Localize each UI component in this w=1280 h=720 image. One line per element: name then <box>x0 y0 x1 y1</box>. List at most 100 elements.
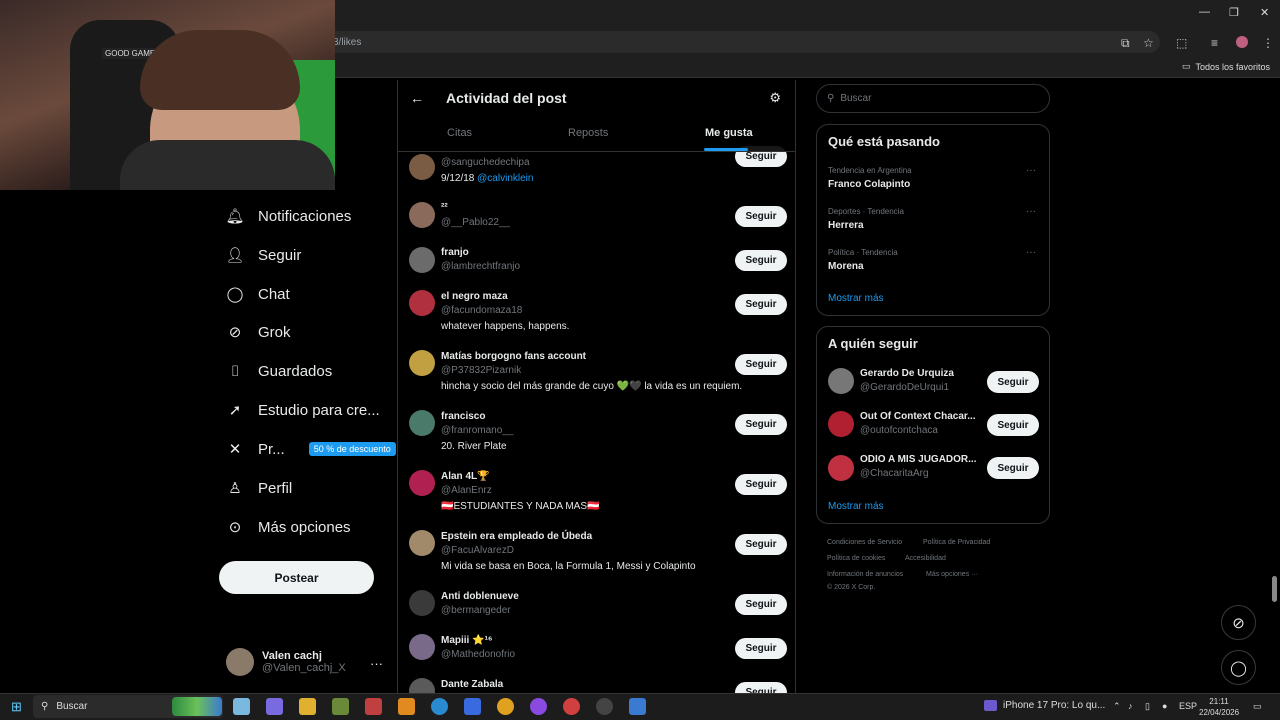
language-indicator[interactable]: ESP <box>1179 701 1197 711</box>
star-icon[interactable]: ☆ <box>1143 36 1154 50</box>
battery-icon[interactable]: ▯ <box>1145 701 1150 712</box>
taskbar-notification[interactable]: iPhone 17 Pro: Lo qu... <box>984 700 1105 711</box>
media-icon[interactable]: ≡ <box>1211 36 1218 50</box>
nav-seguir[interactable]: 👤︎ Seguir <box>225 246 301 265</box>
follow-button[interactable]: Seguir <box>987 457 1039 479</box>
vlc-icon[interactable] <box>398 698 415 715</box>
nav-premium[interactable]: ✕ Pr... 50 % de descuento <box>226 440 396 458</box>
follow-button[interactable]: Seguir <box>735 294 787 315</box>
more-icon[interactable]: ··· <box>1026 247 1036 258</box>
mail-icon[interactable] <box>464 698 481 715</box>
nav-estudio[interactable]: ➚ Estudio para cre... <box>226 401 380 420</box>
avatar <box>409 410 435 436</box>
minecraft-icon[interactable] <box>332 698 349 715</box>
follow-button[interactable]: Seguir <box>735 594 787 615</box>
all-bookmarks[interactable]: ▭ Todos los favoritos <box>1182 61 1270 72</box>
grok-fab-icon[interactable]: ⊘ <box>1221 605 1256 640</box>
follow-button[interactable]: Seguir <box>735 638 787 659</box>
close-window-icon[interactable]: ✕ <box>1260 6 1269 19</box>
chevron-up-icon[interactable]: ⌃ <box>1113 701 1121 712</box>
extensions-icon[interactable]: ⬚ <box>1176 36 1187 50</box>
folder-app-icon[interactable] <box>299 698 316 715</box>
filter-icon[interactable]: ⚙ <box>769 90 781 106</box>
user-handle: @P37832Pizarnik <box>441 365 522 376</box>
follow-button[interactable]: Seguir <box>987 371 1039 393</box>
files-app-icon[interactable] <box>233 698 250 715</box>
footer-link[interactable]: Política de Privacidad <box>923 539 990 546</box>
volume-icon[interactable]: ♪ <box>1128 701 1133 711</box>
clock[interactable]: 21:11 22/04/2026 <box>1199 696 1239 718</box>
account-handle: @Valen_cachj_X <box>262 662 346 674</box>
tab-citas[interactable]: Citas <box>447 127 472 139</box>
account-switcher[interactable]: Valen cachj @Valen_cachj_X <box>226 648 346 676</box>
suggestion-name[interactable]: Gerardo De Urquiza <box>860 368 954 379</box>
show-more-link[interactable]: Mostrar más <box>828 293 884 304</box>
microphone-icon[interactable]: ● <box>1162 701 1167 711</box>
messages-fab-icon[interactable]: ◯ <box>1221 650 1256 685</box>
user-name: Mapiii ⭐¹⁶ <box>441 635 493 646</box>
avatar <box>828 455 854 481</box>
footer-link[interactable]: Más opciones ··· <box>926 571 978 578</box>
suggestion-name[interactable]: ODIO A MIS JUGADOR... <box>860 454 977 465</box>
user-name: Epstein era empleado de Úbeda <box>441 531 593 542</box>
back-arrow-icon[interactable]: ← <box>410 90 424 106</box>
follow-button[interactable]: Seguir <box>735 250 787 271</box>
footer-link[interactable]: Condiciones de Servicio <box>827 539 902 546</box>
notifications-icon[interactable]: ▭ <box>1253 701 1262 712</box>
edge-icon[interactable] <box>431 698 448 715</box>
nav-chat[interactable]: ◯ Chat <box>226 285 290 304</box>
footer-link[interactable]: Información de anuncios <box>827 571 903 578</box>
show-more-link[interactable]: Mostrar más <box>828 501 884 512</box>
more-icon[interactable]: ··· <box>1026 165 1036 176</box>
minimize-icon[interactable]: — <box>1199 6 1210 18</box>
nav-grok[interactable]: ⊘ Grok <box>226 323 291 342</box>
follow-button[interactable]: Seguir <box>987 414 1039 436</box>
nav-perfil[interactable]: ♙ Perfil <box>226 479 292 498</box>
copilot-icon[interactable] <box>266 698 283 715</box>
user-bio: whatever happens, happens. <box>441 321 570 332</box>
url-text[interactable]: 3/likes <box>333 37 361 48</box>
follow-button[interactable]: Seguir <box>735 534 787 555</box>
nav-mas-opciones[interactable]: ⊙ Más opciones <box>226 518 351 537</box>
restore-icon[interactable]: ❐ <box>1229 6 1239 19</box>
nav-label: Pr... <box>258 440 285 458</box>
suggestion-name[interactable]: Out Of Context Chacar... <box>860 411 976 422</box>
profile-avatar[interactable] <box>1236 36 1248 48</box>
search-highlight-image <box>172 697 222 716</box>
trend-name[interactable]: Herrera <box>828 220 864 231</box>
video-icon <box>984 700 997 711</box>
clock-time: 21:11 <box>1209 697 1229 706</box>
who-to-follow-title: A quién seguir <box>828 336 918 351</box>
obs-icon[interactable] <box>596 698 613 715</box>
trend-name[interactable]: Franco Colapinto <box>828 179 910 190</box>
scrollbar[interactable] <box>1272 576 1277 602</box>
cast-icon[interactable]: ⧉ <box>1121 36 1130 51</box>
follow-button[interactable]: Seguir <box>735 474 787 495</box>
discord-icon[interactable] <box>530 698 547 715</box>
user-bio: Mi vida se basa en Boca, la Formula 1, M… <box>441 561 696 572</box>
nav-guardados[interactable]: ⌷ Guardados <box>226 362 332 380</box>
trend-name[interactable]: Morena <box>828 261 864 272</box>
post-button[interactable]: Postear <box>219 561 374 594</box>
mention-link[interactable]: @calvinklein <box>477 173 533 184</box>
user-handle: @Mathedonofrio <box>441 649 516 660</box>
follow-button[interactable]: Seguir <box>735 206 787 227</box>
tab-me-gusta[interactable]: Me gusta <box>705 127 753 139</box>
chrome-profile-icon[interactable] <box>563 698 580 715</box>
more-icon[interactable]: ··· <box>370 656 383 671</box>
footer-link[interactable]: Política de cookies <box>827 555 885 562</box>
chrome-icon[interactable] <box>497 698 514 715</box>
address-bar[interactable] <box>300 31 1160 53</box>
shield-app-icon[interactable] <box>629 698 646 715</box>
nav-notificaciones[interactable]: 🔔︎ Notificaciones <box>225 207 351 226</box>
follow-button[interactable]: Seguir <box>735 414 787 435</box>
menu-icon[interactable]: ⋮ <box>1262 36 1274 50</box>
tab-reposts[interactable]: Reposts <box>568 127 608 139</box>
follow-button[interactable]: Seguir <box>735 354 787 375</box>
more-icon[interactable]: ··· <box>1026 206 1036 217</box>
avatar <box>409 634 435 660</box>
search-input[interactable]: ⚲ Buscar <box>816 84 1050 113</box>
windows-start-icon[interactable]: ⊞ <box>11 699 22 715</box>
footer-link[interactable]: Accesibilidad <box>905 555 946 562</box>
game-app-icon[interactable] <box>365 698 382 715</box>
